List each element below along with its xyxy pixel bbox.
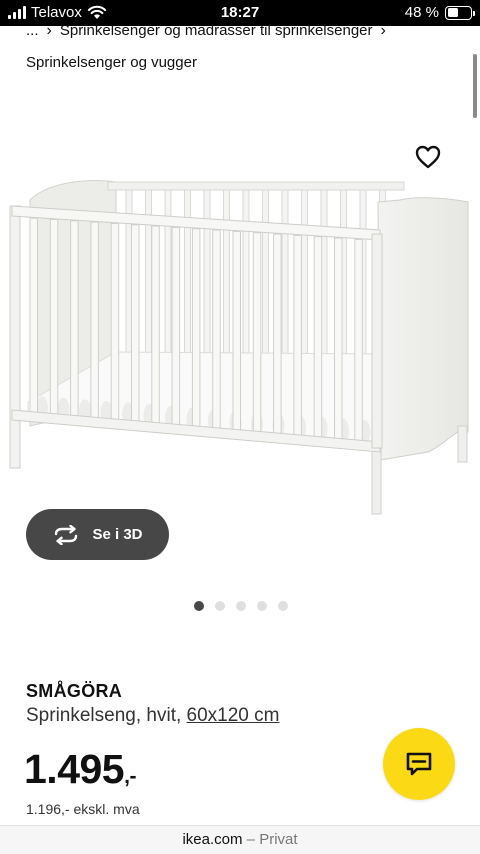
browser-private-mode: Privat	[259, 831, 298, 848]
product-name: SMÅGÖRA	[26, 681, 123, 701]
rotate-icon	[55, 524, 78, 545]
category-link[interactable]: Sprinkelsenger og vugger	[26, 54, 197, 71]
battery-percent: 48 %	[404, 4, 439, 21]
carousel-dot[interactable]	[194, 601, 204, 611]
carousel-dot[interactable]	[236, 601, 246, 611]
breadcrumb: ... › Sprinkelsenger og madrasser til sp…	[26, 22, 386, 40]
view-3d-label: Se i 3D	[92, 526, 143, 543]
browser-address-bar[interactable]: ikea.com – Privat	[0, 825, 480, 854]
price-excl-vat: 1.196,- ekskl. mva	[26, 801, 140, 817]
view-3d-button[interactable]: Se i 3D	[26, 509, 169, 560]
status-right: 48 %	[404, 4, 475, 21]
product-price: 1.495,-	[24, 746, 136, 793]
chat-button[interactable]	[383, 728, 455, 800]
browser-domain: ikea.com	[182, 831, 243, 848]
product-image[interactable]	[8, 176, 474, 520]
breadcrumb-separator: ›	[380, 22, 386, 39]
chat-bubble-icon	[406, 752, 432, 776]
carousel-dot[interactable]	[278, 601, 288, 611]
browser-mode-separator: –	[246, 831, 256, 848]
heart-outline-icon	[415, 145, 441, 169]
price-value: 1.495	[24, 746, 125, 792]
product-size-link[interactable]: 60x120 cm	[187, 705, 280, 726]
price-suffix: ,-	[124, 765, 136, 788]
product-description: Sprinkelseng, hvit, 60x120 cm	[26, 705, 279, 727]
battery-level	[447, 8, 459, 17]
breadcrumb-separator: ›	[46, 22, 52, 39]
product-type: Sprinkelseng, hvit,	[26, 705, 182, 726]
breadcrumb-ellipsis[interactable]: ...	[26, 22, 39, 40]
breadcrumb-item[interactable]: Sprinkelsenger og madrasser til sprinkel…	[60, 22, 373, 40]
carousel-dot[interactable]	[257, 601, 267, 611]
favorite-button[interactable]	[414, 144, 442, 170]
carousel-dots	[194, 601, 288, 611]
scrollbar[interactable]	[473, 54, 477, 118]
battery-icon	[445, 5, 475, 20]
carousel-dot[interactable]	[215, 601, 225, 611]
